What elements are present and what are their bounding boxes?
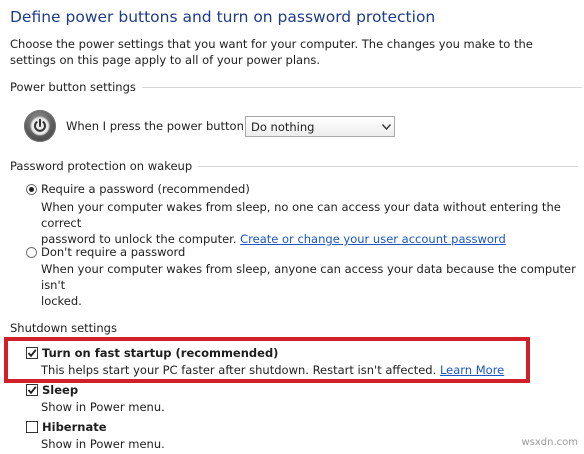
no-password-label: Don't require a password [41,245,186,259]
section-divider [141,86,582,88]
checkmark-icon [27,349,37,358]
hibernate-label: Hibernate [42,420,107,434]
hibernate-desc: Show in Power menu. [41,437,165,451]
require-password-radio-row[interactable]: Require a password (recommended) [26,182,250,196]
section-divider [198,165,579,167]
section-header-label: Shutdown settings [10,321,117,335]
sleep-row[interactable]: Sleep [26,383,78,397]
section-header-label: Password protection on wakeup [10,159,193,173]
require-password-desc-text: password to unlock the computer. [41,232,237,246]
section-header-label: Power button settings [10,80,136,94]
fast-startup-label: Turn on fast startup (recommended) [42,346,279,360]
fast-startup-checkbox[interactable] [26,347,38,359]
require-password-desc-line1: When your computer wakes from sleep, no … [41,200,561,230]
require-password-radio[interactable] [26,183,37,195]
intro-text: Choose the power settings that you want … [10,37,533,67]
create-password-link[interactable]: Create or change your user account passw… [240,232,506,246]
chevron-down-icon [378,123,394,130]
fast-startup-desc-text: This helps start your PC faster after sh… [41,363,437,377]
learn-more-link[interactable]: Learn More [440,363,504,377]
require-password-label: Require a password (recommended) [41,182,250,196]
no-password-desc-line2: locked. [41,294,82,308]
power-icon [24,110,56,142]
require-password-desc: When your computer wakes from sleep, no … [41,199,584,247]
watermark: wsxdn.com [521,437,578,448]
no-password-desc: When your computer wakes from sleep, any… [41,261,584,309]
fast-startup-desc: This helps start your PC faster after sh… [41,362,504,378]
power-button-action-select[interactable]: Do nothing [245,116,395,137]
hibernate-row[interactable]: Hibernate [26,420,107,434]
power-symbol-icon [30,116,50,136]
hibernate-checkbox[interactable] [26,421,38,433]
no-password-desc-line1: When your computer wakes from sleep, any… [41,262,576,292]
no-password-radio[interactable] [26,246,37,258]
shutdown-section-header: Shutdown settings [10,320,117,336]
fast-startup-row[interactable]: Turn on fast startup (recommended) [26,346,278,360]
sleep-desc: Show in Power menu. [41,400,165,414]
sleep-label: Sleep [42,383,79,397]
power-button-label: When I press the power button: [66,119,248,133]
password-section-header: Password protection on wakeup [10,158,579,174]
power-button-section-header: Power button settings [10,79,582,95]
checkmark-icon [27,386,37,395]
sleep-checkbox[interactable] [26,384,38,396]
page-title: Define power buttons and turn on passwor… [10,8,436,26]
no-password-radio-row[interactable]: Don't require a password [26,245,185,259]
power-button-selected-value: Do nothing [251,119,315,134]
